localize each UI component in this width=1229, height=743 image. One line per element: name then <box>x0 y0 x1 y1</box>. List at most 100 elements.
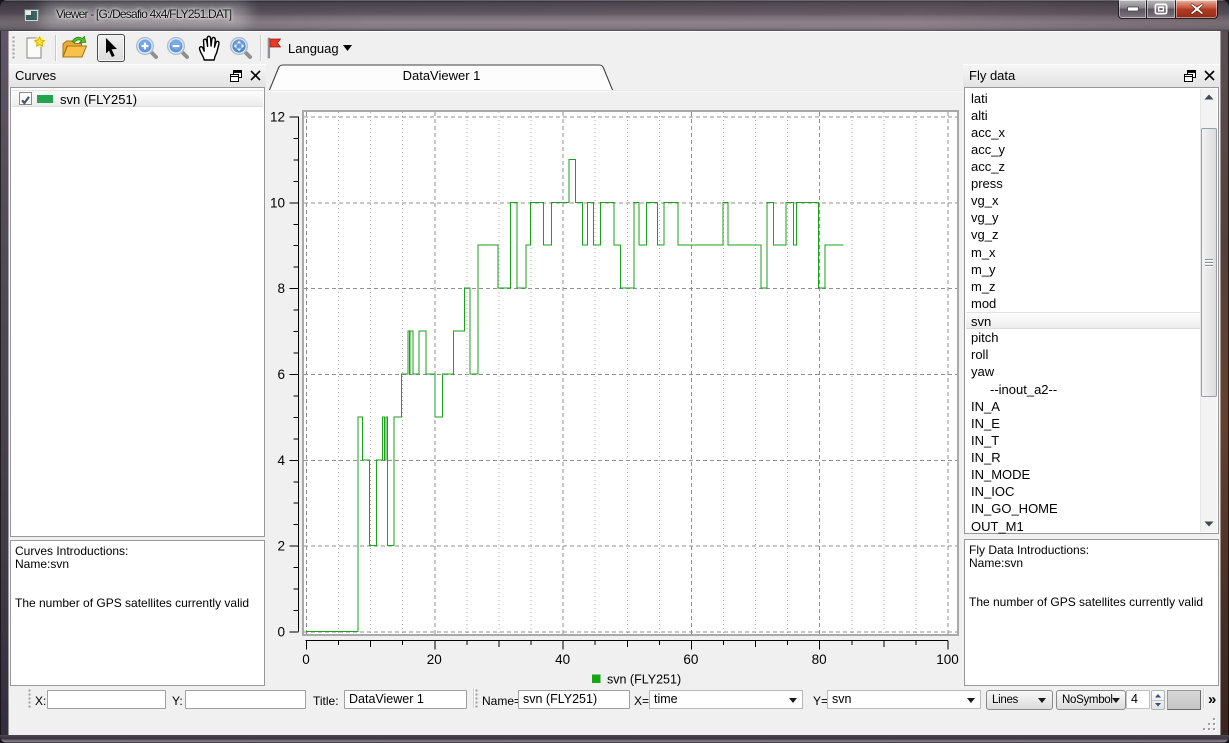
restore-button[interactable] <box>1147 0 1175 19</box>
scroll-up-button[interactable] <box>1201 89 1217 105</box>
float-dock-icon[interactable] <box>230 70 242 82</box>
title-label: Title: <box>313 694 339 708</box>
scrollbar-thumb[interactable] <box>1201 128 1217 397</box>
width-spin-field[interactable]: 4 <box>1126 690 1150 709</box>
svg-text:svn (FLY251): svn (FLY251) <box>607 673 681 687</box>
dropdown-arrow-icon <box>343 45 352 51</box>
flydata-item-m_z[interactable]: m_z <box>966 278 1200 295</box>
curves-dock-titlebar[interactable]: Curves <box>9 64 266 87</box>
flydata-dock-title: Fly data <box>969 68 1015 83</box>
flydata-item-OUT_M1[interactable]: OUT_M1 <box>966 518 1200 535</box>
dropdown-arrow-icon <box>789 698 797 703</box>
curves-list: svn (FLY251) <box>10 87 265 537</box>
flydata-item-alti[interactable]: alti <box>966 107 1200 124</box>
flydata-item-acc_z[interactable]: acc_z <box>966 158 1200 175</box>
x-label: X: <box>35 694 46 708</box>
x-input[interactable] <box>47 690 166 709</box>
name-input[interactable]: svn (FLY251) <box>518 690 630 709</box>
svg-text:8: 8 <box>277 281 285 296</box>
window-frame-bottom <box>0 735 1229 743</box>
toolbar-overflow-button[interactable]: » <box>1208 691 1216 708</box>
flydata-item-acc_x[interactable]: acc_x <box>966 124 1200 141</box>
status-bar <box>9 712 1220 735</box>
curve-checkbox[interactable] <box>19 92 32 105</box>
curves-info-text: Curves Introductions: Name:svn The numbe… <box>11 541 264 614</box>
close-dock-icon[interactable] <box>250 70 261 81</box>
flydata-item-IN_GO_HOME[interactable]: IN_GO_HOME <box>966 500 1200 517</box>
zoom-in-button[interactable] <box>133 34 161 62</box>
title-bar[interactable]: Viewer - [G:/Desafio 4x4/FLY251.DAT] <box>0 0 1229 31</box>
flydata-item-acc_y[interactable]: acc_y <box>966 141 1200 158</box>
window-title: Viewer - [G:/Desafio 4x4/FLY251.DAT] <box>56 0 231 30</box>
flydata-item-vg_z[interactable]: vg_z <box>966 226 1200 243</box>
tab-dataviewer[interactable]: DataViewer 1 <box>269 64 614 90</box>
flydata-item-IN_IOC[interactable]: IN_IOC <box>966 483 1200 500</box>
flydata-info-panel[interactable]: Fly Data Introductions: Name:svn The num… <box>964 539 1219 686</box>
flydata-info-text: Fly Data Introductions: Name:svn The num… <box>965 540 1218 613</box>
flydata-scrollbar[interactable] <box>1200 89 1217 532</box>
float-dock-icon[interactable] <box>1184 70 1196 82</box>
yaxis-combo[interactable]: svn <box>827 690 981 709</box>
width-spin-buttons[interactable] <box>1151 690 1165 710</box>
new-file-button[interactable] <box>21 34 49 62</box>
flydata-item-mod[interactable]: mod <box>966 295 1200 312</box>
color-button[interactable] <box>1167 690 1201 710</box>
flydata-dock-titlebar[interactable]: Fly data <box>963 64 1220 87</box>
flydata-item-inout_a2[interactable]: --inout_a2-- <box>966 381 1200 398</box>
hand-icon <box>196 35 222 61</box>
svg-text:40: 40 <box>555 652 570 667</box>
flydata-item-IN_E[interactable]: IN_E <box>966 415 1200 432</box>
flydata-item-vg_x[interactable]: vg_x <box>966 192 1200 209</box>
toolbar-drag-handle[interactable] <box>12 36 16 60</box>
flydata-item-pitch[interactable]: pitch <box>966 329 1200 346</box>
app-window: Viewer - [G:/Desafio 4x4/FLY251.DAT] <box>0 0 1229 743</box>
flydata-item-press[interactable]: press <box>966 175 1200 192</box>
spin-down-icon <box>1155 703 1161 707</box>
minimize-button[interactable] <box>1118 0 1147 19</box>
svg-text:10: 10 <box>270 195 285 210</box>
dropdown-arrow-icon <box>967 698 975 703</box>
chart[interactable]: 024681012020406080100svn (FLY251) <box>269 90 961 690</box>
y-label: Y: <box>172 694 183 708</box>
zoom-out-icon <box>166 36 190 60</box>
resize-grip[interactable] <box>1203 718 1216 731</box>
window-frame-right <box>1220 31 1229 735</box>
flydata-item-roll[interactable]: roll <box>966 346 1200 363</box>
name-label: Name= <box>482 694 521 708</box>
dropdown-arrow-icon <box>1112 698 1120 703</box>
flydata-item-IN_A[interactable]: IN_A <box>966 398 1200 415</box>
pan-hand-button[interactable] <box>195 34 223 62</box>
flydata-list: latialtiacc_xacc_yacc_zpressvg_xvg_yvg_z… <box>964 87 1219 534</box>
svg-text:60: 60 <box>683 652 698 667</box>
flydata-item-lati[interactable]: lati <box>966 90 1200 107</box>
xaxis-combo[interactable]: time <box>649 690 803 709</box>
zoom-reset-button[interactable] <box>227 34 255 62</box>
title-input[interactable]: DataViewer 1 <box>344 690 467 709</box>
svg-text:100: 100 <box>936 652 959 667</box>
scroll-down-button[interactable] <box>1201 516 1217 532</box>
open-file-button[interactable] <box>61 34 89 62</box>
options-toolbar: X: Y: Title: DataViewer 1 Name= svn (FLY… <box>9 686 1220 712</box>
flydata-item-yaw[interactable]: yaw <box>966 363 1200 380</box>
curve-color-swatch <box>37 95 53 103</box>
language-button[interactable]: Languag <box>267 34 352 62</box>
curves-info-panel[interactable]: Curves Introductions: Name:svn The numbe… <box>10 540 265 686</box>
toolbar-drag-handle[interactable] <box>28 689 32 709</box>
flydata-item-svn[interactable]: svn <box>966 312 1200 329</box>
close-button[interactable] <box>1175 0 1218 19</box>
symbol-combo[interactable]: NoSymbol <box>1056 690 1126 710</box>
close-dock-icon[interactable] <box>1204 70 1215 81</box>
flydata-item-vg_y[interactable]: vg_y <box>966 209 1200 226</box>
toolbar-drag-handle[interactable] <box>475 689 479 709</box>
y-input[interactable] <box>185 690 306 709</box>
flydata-item-IN_T[interactable]: IN_T <box>966 432 1200 449</box>
zoom-out-button[interactable] <box>164 34 192 62</box>
flydata-item-m_y[interactable]: m_y <box>966 261 1200 278</box>
svg-text:80: 80 <box>812 652 827 667</box>
curve-list-item[interactable]: svn (FLY251) <box>12 90 263 107</box>
cursor-tool-button[interactable] <box>97 34 125 62</box>
flydata-item-m_x[interactable]: m_x <box>966 244 1200 261</box>
line-style-combo[interactable]: Lines <box>986 690 1053 710</box>
flydata-item-IN_R[interactable]: IN_R <box>966 449 1200 466</box>
flydata-item-IN_MODE[interactable]: IN_MODE <box>966 466 1200 483</box>
